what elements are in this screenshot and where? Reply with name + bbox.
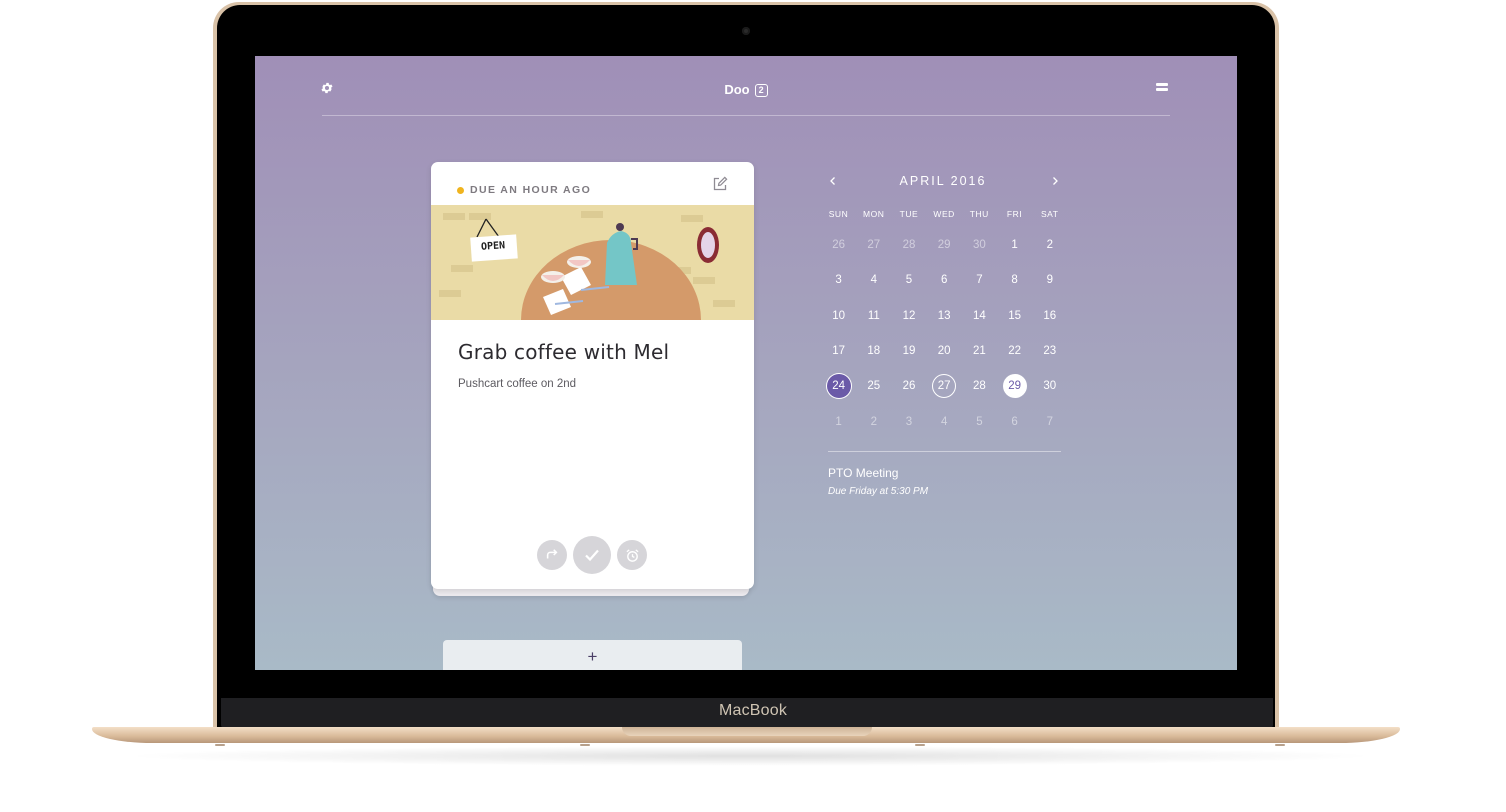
calendar-day[interactable]: 26 [827, 233, 851, 257]
calendar-day[interactable]: 28 [967, 374, 991, 398]
coffee-shop-illustration [431, 205, 754, 320]
laptop-foot [215, 744, 225, 746]
calendar-day[interactable]: 29 [1002, 374, 1027, 399]
task-title: Grab coffee with Mel [458, 340, 670, 364]
calendar-day[interactable]: 1 [827, 410, 851, 434]
calendar-day[interactable]: 25 [862, 374, 886, 398]
calendar-day[interactable]: 6 [1003, 410, 1027, 434]
check-icon[interactable] [573, 536, 611, 574]
calendar-day[interactable]: 16 [1038, 304, 1062, 328]
status-dot [457, 186, 464, 194]
calendar-day[interactable]: 7 [1038, 410, 1062, 434]
add-task-button[interactable]: + [443, 640, 742, 670]
calendar-day[interactable]: 2 [1038, 233, 1062, 257]
edit-icon[interactable] [712, 176, 728, 192]
calendar-day[interactable]: 30 [967, 233, 991, 257]
calendar-day[interactable]: 7 [967, 268, 991, 292]
calendar-day[interactable]: 21 [967, 339, 991, 363]
calendar-day[interactable]: 17 [827, 339, 851, 363]
task-subtitle: Pushcart coffee on 2nd [458, 378, 577, 390]
calendar-day[interactable]: 20 [932, 339, 956, 363]
calendar-day[interactable]: 28 [897, 233, 921, 257]
calendar-day[interactable]: 30 [1038, 374, 1062, 398]
task-card[interactable]: DUE AN HOUR AGO OPEN Grab coffee with Me… [431, 162, 754, 589]
calendar-day[interactable]: 9 [1038, 268, 1062, 292]
laptop-foot [1275, 744, 1285, 746]
calendar-day[interactable]: 22 [1003, 339, 1027, 363]
calendar-day[interactable]: 3 [827, 268, 851, 292]
camera-icon [742, 27, 750, 35]
open-sign-text: OPEN [480, 240, 506, 253]
calendar-day[interactable]: 3 [897, 410, 921, 434]
due-status: DUE AN HOUR AGO [457, 184, 591, 196]
weekday-label: WED [933, 209, 955, 219]
alarm-clock-icon[interactable] [617, 540, 647, 570]
event-due: Due Friday at 5:30 PM [828, 486, 929, 497]
weekday-label: FRI [1006, 209, 1023, 219]
menu-icon[interactable] [1156, 83, 1168, 93]
calendar-divider [828, 451, 1061, 452]
calendar-month-label: APRIL 2016 [899, 174, 987, 188]
laptop-foot [915, 744, 925, 746]
weekday-label: THU [969, 209, 989, 219]
calendar-day[interactable]: 24 [826, 374, 851, 399]
laptop-shadow [120, 746, 1380, 766]
calendar-day[interactable]: 10 [827, 304, 851, 328]
calendar-day[interactable]: 5 [967, 410, 991, 434]
repeat-icon[interactable] [537, 540, 567, 570]
calendar-day[interactable]: 29 [932, 233, 956, 257]
weekday-label: SUN [828, 209, 849, 219]
calendar-day[interactable]: 1 [1003, 233, 1027, 257]
calendar-day[interactable]: 15 [1003, 304, 1027, 328]
app-title: Doo 2 [255, 82, 1237, 97]
calendar-day[interactable]: 4 [932, 410, 956, 434]
calendar-day[interactable]: 6 [932, 268, 956, 292]
calendar-day[interactable]: 4 [862, 268, 886, 292]
weekday-label: TUE [899, 209, 919, 219]
chevron-left-icon[interactable] [828, 173, 838, 189]
calendar-day[interactable]: 5 [897, 268, 921, 292]
calendar-day[interactable]: 23 [1038, 339, 1062, 363]
due-status-label: DUE AN HOUR AGO [470, 184, 592, 196]
calendar-day[interactable]: 13 [932, 304, 956, 328]
laptop-foot [580, 744, 590, 746]
calendar-day[interactable]: 27 [932, 374, 957, 399]
event-title[interactable]: PTO Meeting [828, 466, 898, 480]
calendar-day[interactable]: 14 [967, 304, 991, 328]
laptop-brand-label: MacBook [718, 702, 788, 719]
laptop-notch [622, 727, 872, 736]
calendar-day[interactable]: 12 [897, 304, 921, 328]
calendar-day[interactable]: 18 [862, 339, 886, 363]
chevron-right-icon[interactable] [1050, 173, 1060, 189]
calendar-day[interactable]: 11 [862, 304, 886, 328]
app-screen: Doo 2 DUE AN HOUR AGO OPEN Grab coffee w… [255, 56, 1237, 670]
count-badge: 2 [754, 84, 768, 97]
app-name: Doo [724, 82, 750, 97]
calendar-day[interactable]: 2 [862, 410, 886, 434]
calendar-day[interactable]: 8 [1003, 268, 1027, 292]
weekday-label: MON [863, 209, 885, 219]
calendar-day[interactable]: 26 [897, 374, 921, 398]
header-divider [322, 115, 1170, 116]
plus-icon: + [587, 647, 598, 666]
calendar-day[interactable]: 27 [862, 233, 886, 257]
weekday-label: SAT [1040, 209, 1059, 219]
calendar-day[interactable]: 19 [897, 339, 921, 363]
